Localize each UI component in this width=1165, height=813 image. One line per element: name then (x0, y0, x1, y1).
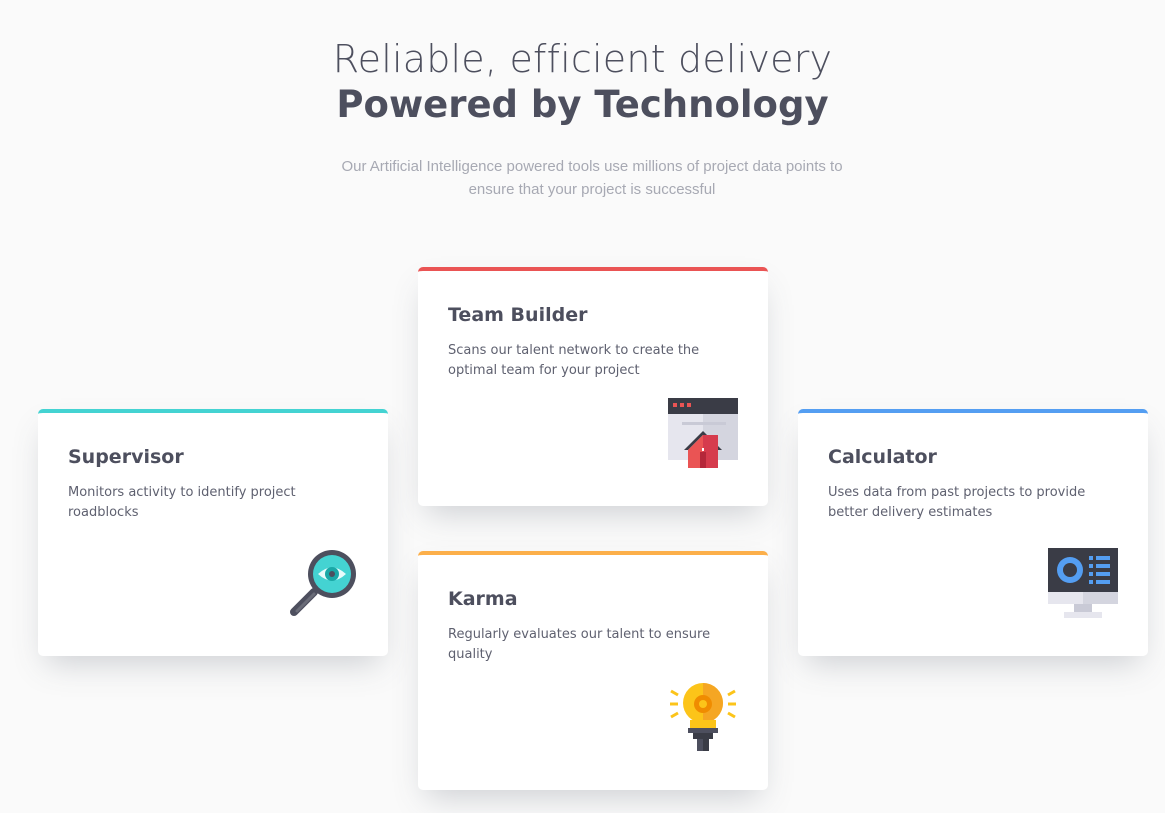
lightbulb-icon (670, 683, 736, 751)
card-calculator: Calculator Uses data from past projects … (798, 409, 1148, 656)
card-title: Team Builder (448, 304, 588, 326)
hero-subtitle: Reliable, efficient delivery (332, 37, 833, 81)
card-supervisor: Supervisor Monitors activity to identify… (38, 409, 388, 656)
card-text: Monitors activity to identify project ro… (68, 485, 296, 520)
card-text: Scans our talent network to create the o… (448, 343, 700, 378)
hero-description: Our Artificial Intelligence powered tool… (341, 158, 843, 198)
card-team-builder: Team Builder Scans our talent network to… (418, 267, 768, 506)
card-title: Karma (448, 588, 518, 610)
card-text: Regularly evaluates our talent to ensure… (448, 627, 711, 662)
monitor-chart-icon (1048, 548, 1118, 618)
browser-house-icon (668, 398, 738, 468)
card-karma: Karma Regularly evaluates our talent to … (418, 551, 768, 790)
magnifier-eye-icon (290, 550, 356, 616)
hero-title: Powered by Technology (336, 83, 829, 126)
card-title: Supervisor (68, 446, 184, 468)
card-text: Uses data from past projects to provide … (828, 485, 1086, 520)
card-title: Calculator (828, 446, 937, 468)
